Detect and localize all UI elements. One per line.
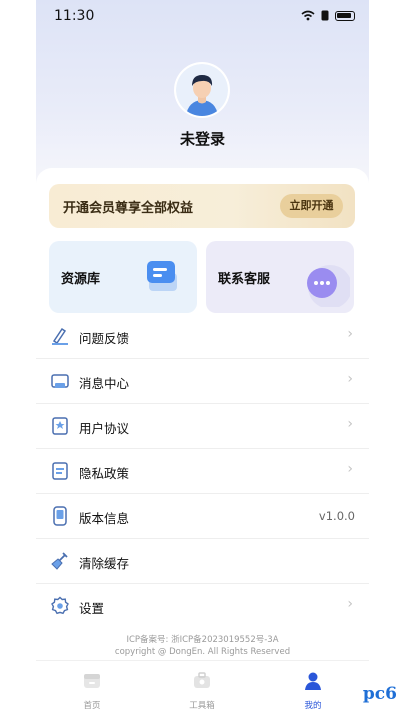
sim-icon bbox=[321, 10, 329, 21]
home-icon bbox=[84, 674, 100, 688]
app-screen: 11:30 未登录 开通会员尊享全部权益 立即开通 资源库 联系客服 问题反馈 … bbox=[0, 0, 405, 720]
resource-library-icon bbox=[147, 261, 177, 291]
customer-service-icon bbox=[307, 265, 350, 307]
tab-label: 我的 bbox=[304, 701, 322, 711]
chevron-right-icon: › bbox=[347, 416, 353, 432]
activate-vip-button[interactable]: 立即开通 bbox=[280, 194, 343, 218]
menu-item-label: 设置 bbox=[79, 601, 105, 616]
menu-item-feedback[interactable]: 问题反馈 › bbox=[36, 314, 369, 359]
user-avatar-icon bbox=[176, 64, 228, 116]
menu-item-label: 隐私政策 bbox=[79, 466, 130, 481]
icp-number: ICP备案号: 浙ICP备2023019552号-3A bbox=[126, 635, 279, 645]
privacy-icon bbox=[52, 462, 68, 480]
customer-service-label: 联系客服 bbox=[218, 272, 271, 287]
version-value: v1.0.0 bbox=[318, 509, 355, 523]
avatar[interactable] bbox=[176, 64, 228, 116]
customer-service-tile[interactable]: 联系客服 bbox=[206, 241, 354, 313]
profile-icon bbox=[305, 672, 321, 690]
copyright-text: copyright @ DongEn. All Rights Reserved bbox=[114, 647, 291, 657]
tab-home[interactable]: 首页 bbox=[62, 671, 122, 711]
tab-bar: 首页 工具箱 我的 bbox=[36, 660, 369, 720]
menu-item-label: 用户协议 bbox=[79, 421, 130, 436]
resource-library-label: 资源库 bbox=[61, 272, 101, 287]
menu-item-label: 版本信息 bbox=[79, 511, 130, 526]
menu-item-version[interactable]: 版本信息 v1.0.0 bbox=[36, 494, 369, 539]
tab-label: 首页 bbox=[83, 701, 101, 711]
footer: ICP备案号: 浙ICP备2023019552号-3A copyright @ … bbox=[36, 634, 369, 658]
chevron-right-icon: › bbox=[347, 371, 353, 387]
chevron-right-icon: › bbox=[347, 326, 353, 342]
vip-banner-text: 开通会员尊享全部权益 bbox=[63, 201, 194, 216]
menu-item-label: 消息中心 bbox=[79, 376, 130, 391]
menu-item-privacy-policy[interactable]: 隐私政策 › bbox=[36, 449, 369, 494]
tab-label: 工具箱 bbox=[189, 701, 215, 711]
menu-item-label: 清除缓存 bbox=[79, 556, 130, 571]
message-icon bbox=[51, 374, 69, 388]
left-margin bbox=[0, 0, 36, 720]
chevron-right-icon: › bbox=[347, 461, 353, 477]
settings-menu: 问题反馈 › 消息中心 › 用户协议 › 隐私政策 › 版本信息 v1.0.0 … bbox=[36, 314, 369, 628]
phone-frame: 11:30 未登录 开通会员尊享全部权益 立即开通 资源库 联系客服 问题反馈 … bbox=[36, 0, 369, 720]
login-status[interactable]: 未登录 bbox=[36, 128, 369, 149]
resource-library-tile[interactable]: 资源库 bbox=[49, 241, 197, 313]
tab-toolbox[interactable]: 工具箱 bbox=[172, 671, 232, 711]
broom-icon bbox=[51, 552, 68, 570]
battery-icon bbox=[335, 10, 355, 21]
menu-item-messages[interactable]: 消息中心 › bbox=[36, 359, 369, 404]
chevron-right-icon: › bbox=[347, 596, 353, 612]
version-icon bbox=[53, 506, 67, 526]
menu-item-clear-cache[interactable]: 清除缓存 bbox=[36, 539, 369, 584]
menu-item-user-agreement[interactable]: 用户协议 › bbox=[36, 404, 369, 449]
vip-banner[interactable]: 开通会员尊享全部权益 立即开通 bbox=[49, 184, 355, 228]
right-margin bbox=[369, 0, 405, 720]
settings-icon bbox=[51, 596, 69, 615]
watermark-logo: pc6 bbox=[362, 684, 397, 704]
status-time: 11:30 bbox=[54, 8, 95, 24]
wifi-icon bbox=[301, 10, 315, 21]
status-bar: 11:30 bbox=[36, 0, 369, 34]
tab-mine[interactable]: 我的 bbox=[283, 671, 343, 711]
menu-item-label: 问题反馈 bbox=[79, 331, 130, 346]
toolbox-icon bbox=[194, 672, 210, 688]
menu-item-settings[interactable]: 设置 › bbox=[36, 584, 369, 628]
status-icons bbox=[301, 10, 355, 21]
feedback-icon bbox=[52, 327, 68, 345]
agreement-icon bbox=[52, 417, 68, 435]
